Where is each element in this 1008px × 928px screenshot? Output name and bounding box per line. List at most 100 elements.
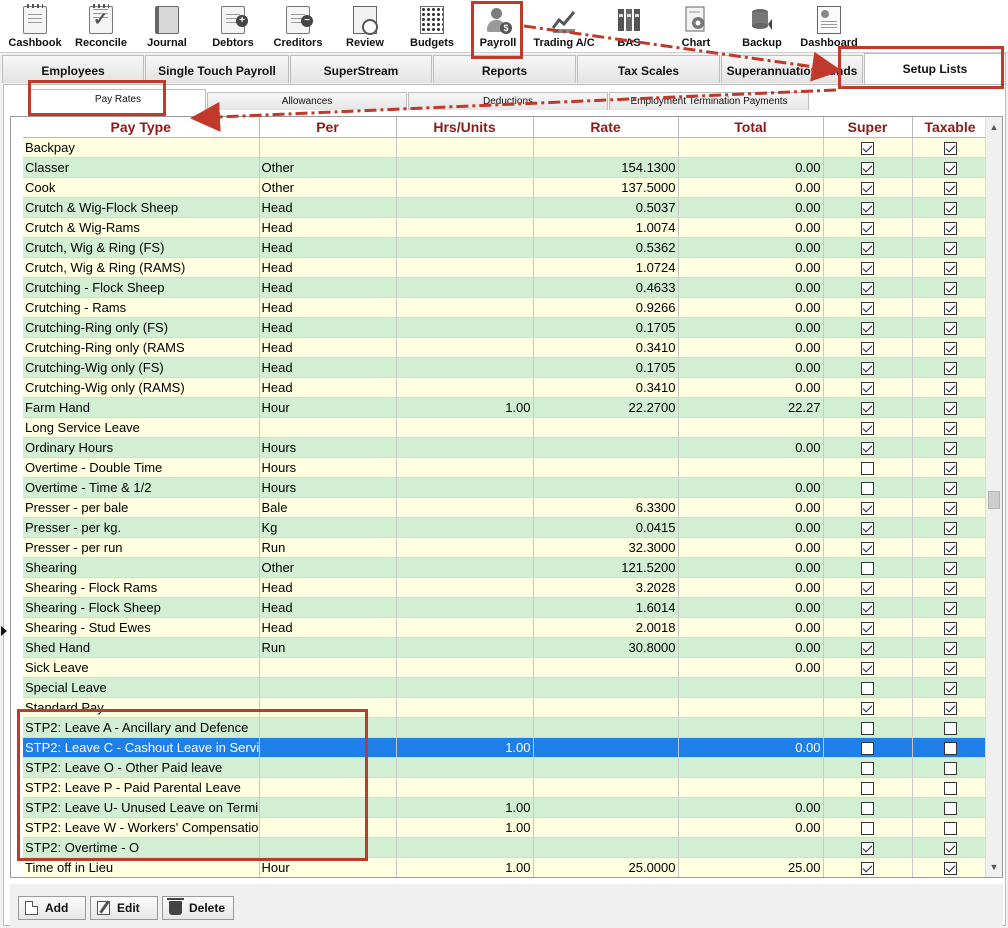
cell-hrs-units[interactable]: 1.00 [396,737,534,758]
column-header-rate[interactable]: Rate [533,117,679,138]
cell-per[interactable]: Head [259,617,397,638]
cell-rate[interactable]: 2.0018 [533,617,679,638]
taxable-checkbox[interactable] [943,221,957,235]
super-checkbox[interactable] [861,281,874,295]
toolbar-button-reconcile[interactable]: Reconcile [70,0,132,53]
cell-rate[interactable] [533,437,679,458]
super-checkbox[interactable] [861,161,874,175]
super-checkbox[interactable] [861,421,874,435]
column-header-total[interactable]: Total [678,117,824,138]
cell-total[interactable]: 0.00 [678,517,824,538]
column-header-per[interactable]: Per [259,117,397,138]
toolbar-button-debtors[interactable]: + Debtors [205,0,261,53]
cell-per[interactable] [259,777,397,798]
subtab-allowances[interactable]: Allowances [207,92,407,110]
cell-pay-type[interactable]: Sick Leave [23,657,260,678]
cell-total[interactable] [678,457,824,478]
toolbar-button-review[interactable]: Review [338,0,392,53]
taxable-checkbox[interactable] [943,361,957,375]
table-row[interactable]: Overtime - Time & 1/2 Hours 0.00 [23,477,989,498]
cell-per[interactable]: Run [259,537,397,558]
cell-rate[interactable]: 0.9266 [533,297,679,318]
cell-per[interactable]: Hours [259,437,397,458]
cell-per[interactable]: Hours [259,477,397,498]
cell-rate[interactable] [533,737,679,758]
super-checkbox[interactable] [861,261,874,275]
taxable-checkbox[interactable] [943,741,957,755]
cell-rate[interactable]: 1.0074 [533,217,679,238]
cell-total[interactable] [678,677,824,698]
taxable-checkbox[interactable] [943,861,957,875]
cell-per[interactable] [259,797,397,818]
taxable-checkbox[interactable] [943,601,957,615]
cell-total[interactable] [678,757,824,778]
cell-total[interactable]: 0.00 [678,337,824,358]
super-checkbox[interactable] [861,461,874,475]
cell-per[interactable]: Hour [259,857,397,877]
taxable-checkbox[interactable] [943,421,957,435]
tab-reports[interactable]: Reports [433,55,576,83]
taxable-checkbox[interactable] [943,141,957,155]
cell-per[interactable]: Other [259,157,397,178]
cell-pay-type[interactable]: Farm Hand [23,397,260,418]
toolbar-button-creditors[interactable]: − Creditors [268,0,328,53]
super-checkbox[interactable] [861,581,874,595]
cell-hrs-units[interactable] [396,677,534,698]
cell-rate[interactable] [533,717,679,738]
super-checkbox[interactable] [861,201,874,215]
table-row[interactable]: Crutching - Flock Sheep Head 0.4633 0.00 [23,277,989,298]
cell-per[interactable]: Other [259,177,397,198]
cell-rate[interactable] [533,817,679,838]
super-checkbox[interactable] [861,561,874,575]
cell-hrs-units[interactable] [396,657,534,678]
cell-pay-type[interactable]: Overtime - Time & 1/2 [23,477,260,498]
cell-pay-type[interactable]: STP2: Leave U- Unused Leave on Terminati… [23,797,260,818]
taxable-checkbox[interactable] [943,481,957,495]
toolbar-button-bas[interactable]: BAS [604,0,654,53]
cell-per[interactable]: Bale [259,497,397,518]
cell-rate[interactable]: 0.5037 [533,197,679,218]
cell-per[interactable]: Head [259,277,397,298]
cell-total[interactable] [678,697,824,718]
cell-per[interactable] [259,737,397,758]
cell-pay-type[interactable]: Backpay [23,137,260,158]
cell-per[interactable]: Head [259,377,397,398]
taxable-checkbox[interactable] [943,321,957,335]
cell-rate[interactable] [533,697,679,718]
cell-rate[interactable]: 0.4633 [533,277,679,298]
super-checkbox[interactable] [861,361,874,375]
cell-rate[interactable] [533,777,679,798]
cell-rate[interactable]: 0.1705 [533,357,679,378]
taxable-checkbox[interactable] [943,201,957,215]
taxable-checkbox[interactable] [943,581,957,595]
cell-hrs-units[interactable] [396,237,534,258]
taxable-checkbox[interactable] [943,781,957,795]
cell-pay-type[interactable]: STP2: Leave A - Ancillary and Defence [23,717,260,738]
table-row[interactable]: Cook Other 137.5000 0.00 [23,177,989,198]
super-checkbox[interactable] [861,481,874,495]
taxable-checkbox[interactable] [943,521,957,535]
cell-pay-type[interactable]: Crutching-Ring only (RAMS [23,337,260,358]
cell-hrs-units[interactable] [396,217,534,238]
super-checkbox[interactable] [861,841,874,855]
cell-per[interactable] [259,677,397,698]
cell-pay-type[interactable]: Crutch, Wig & Ring (FS) [23,237,260,258]
cell-hrs-units[interactable] [396,417,534,438]
super-checkbox[interactable] [861,661,874,675]
taxable-checkbox[interactable] [943,301,957,315]
cell-hrs-units[interactable] [396,197,534,218]
cell-total[interactable]: 0.00 [678,617,824,638]
scrollbar-thumb[interactable] [988,491,1000,509]
table-row[interactable]: Shearing Other 121.5200 0.00 [23,557,989,578]
cell-pay-type[interactable]: STP2: Leave C - Cashout Leave in Service [23,737,260,758]
cell-per[interactable]: Head [259,317,397,338]
cell-hrs-units[interactable] [396,337,534,358]
taxable-checkbox[interactable] [943,161,957,175]
super-checkbox[interactable] [861,381,874,395]
table-row[interactable]: Sick Leave 0.00 [23,657,989,678]
cell-rate[interactable] [533,837,679,858]
table-row[interactable]: STP2: Leave W - Workers' Compensation 1.0… [23,817,989,838]
cell-pay-type[interactable]: STP2: Leave O - Other Paid leave [23,757,260,778]
cell-pay-type[interactable]: Ordinary Hours [23,437,260,458]
cell-total[interactable]: 0.00 [678,217,824,238]
